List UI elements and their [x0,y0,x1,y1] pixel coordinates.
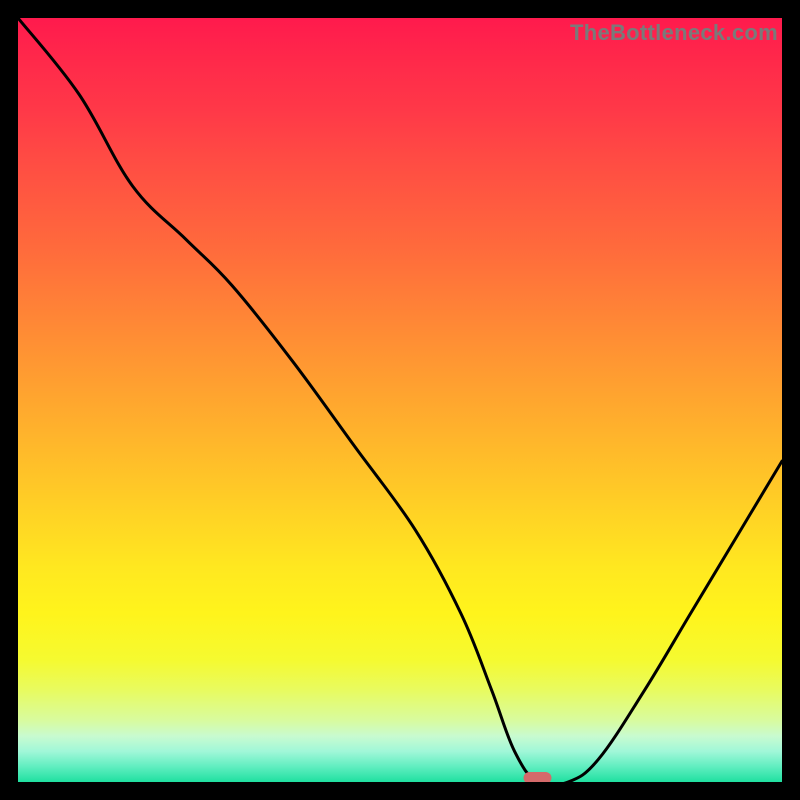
optimum-marker [524,772,552,782]
plot-area: TheBottleneck.com [18,18,782,782]
chart-wrapper: TheBottleneck.com [0,0,800,800]
bottleneck-curve-svg [18,18,782,782]
bottleneck-curve-path [18,18,782,782]
